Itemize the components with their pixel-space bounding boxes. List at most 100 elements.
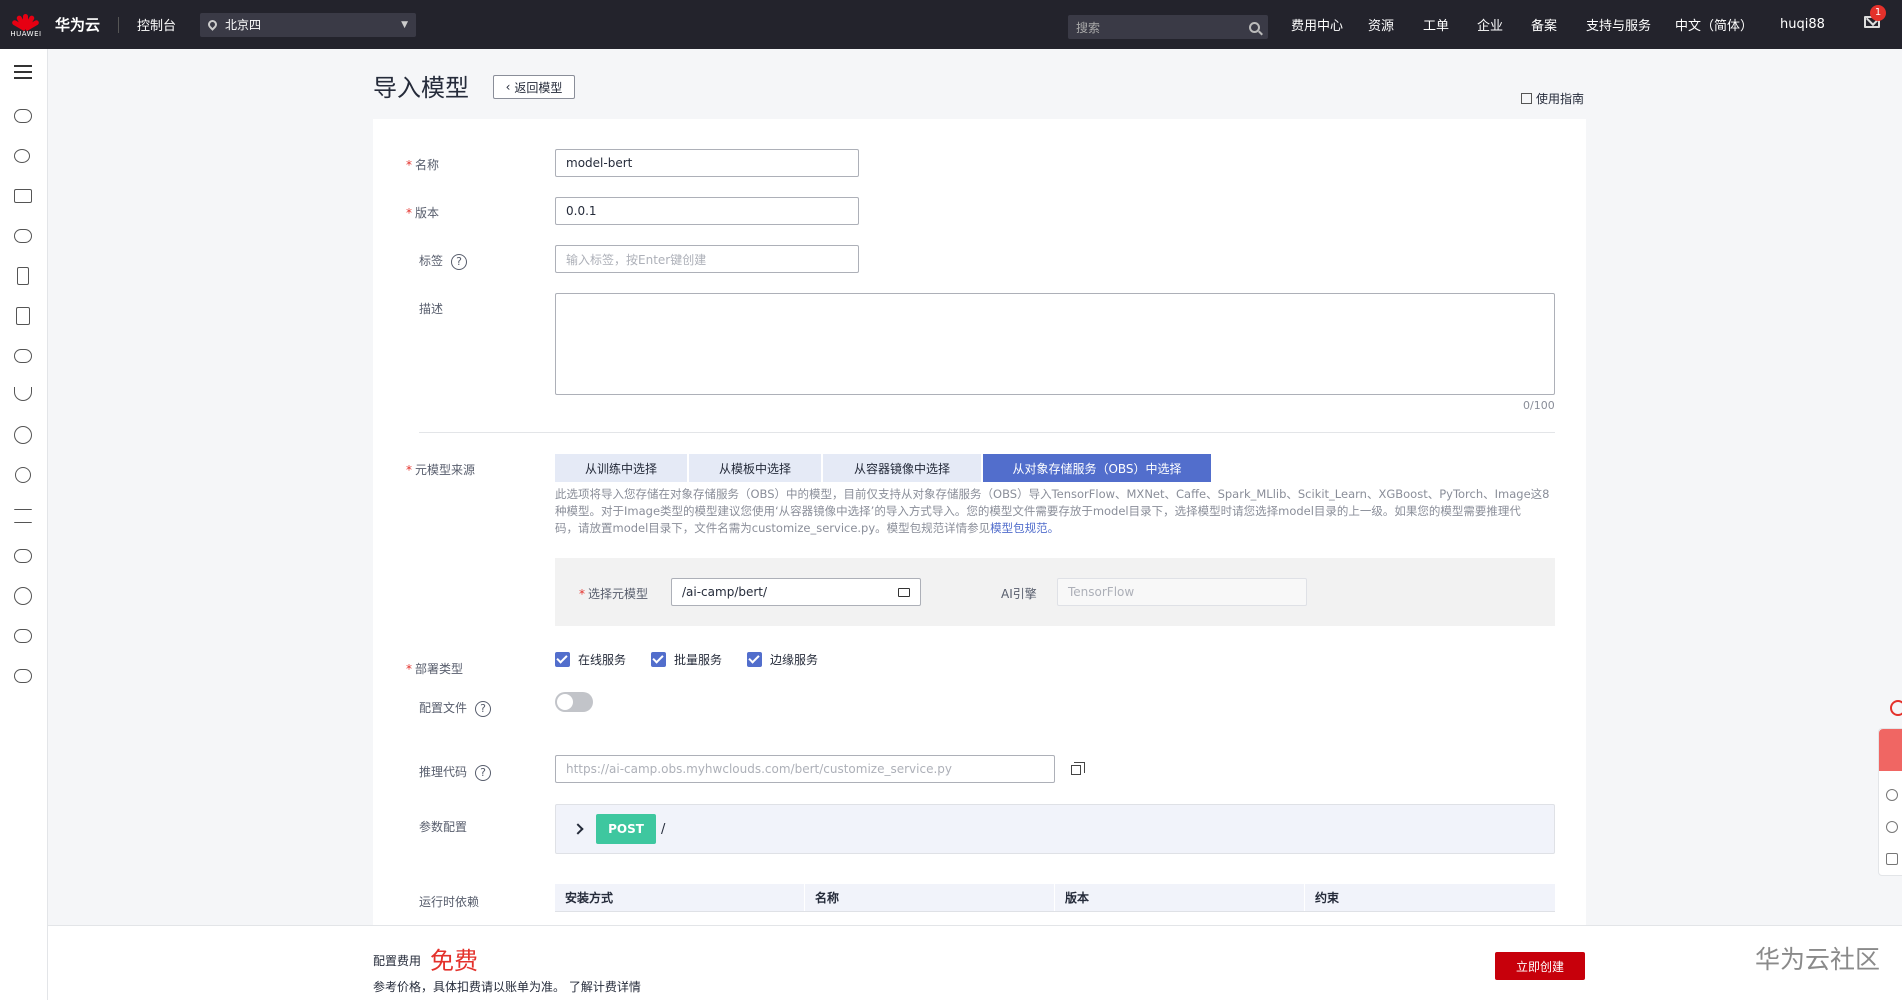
community-watermark: 华为云社区 bbox=[1755, 945, 1881, 974]
description-counter: 0/100 bbox=[1523, 399, 1555, 412]
back-to-models-button[interactable]: ‹ 返回模型 bbox=[493, 75, 575, 99]
huawei-logo[interactable]: HUAWEI bbox=[3, 11, 49, 38]
nav-enterprise[interactable]: 企业 bbox=[1477, 15, 1503, 34]
checkbox-edge-service[interactable]: 边缘服务 bbox=[747, 651, 818, 668]
cloud-upload-icon[interactable] bbox=[14, 349, 32, 363]
inference-code-label: 推理代码? bbox=[419, 763, 492, 781]
location-pin-icon bbox=[206, 18, 219, 31]
cost-note[interactable]: 参考价格，具体扣费请以账单为准。 了解计费详情 bbox=[373, 978, 641, 995]
api-config-panel[interactable]: POST / bbox=[555, 804, 1555, 854]
guide-label: 使用指南 bbox=[1536, 92, 1585, 106]
source-tabs: 从训练中选择 从模板中选择 从容器镜像中选择 从对象存储服务（OBS）中选择 bbox=[555, 454, 1213, 482]
http-method-badge: POST bbox=[596, 814, 656, 844]
create-now-button[interactable]: 立即创建 bbox=[1495, 952, 1585, 980]
cloud-more-icon[interactable] bbox=[14, 669, 32, 683]
checkbox-checked-icon bbox=[651, 652, 666, 667]
column-install-method: 安装方式 bbox=[555, 884, 805, 911]
page-title: 导入模型 bbox=[373, 74, 469, 102]
cluster-icon[interactable] bbox=[14, 149, 30, 163]
floating-toolbar bbox=[1878, 728, 1902, 876]
nav-user[interactable]: huqi88 bbox=[1780, 17, 1825, 32]
doc-image-icon[interactable] bbox=[16, 307, 30, 325]
checkbox-online-service[interactable]: 在线服务 bbox=[555, 651, 626, 668]
tab-from-training[interactable]: 从训练中选择 bbox=[555, 454, 687, 482]
region-selector[interactable]: 北京四 ▼ bbox=[200, 12, 417, 37]
model-package-spec-link[interactable]: 模型包规范。 bbox=[990, 521, 1059, 535]
description-textarea[interactable] bbox=[555, 293, 1555, 395]
nav-support[interactable]: 支持与服务 bbox=[1586, 15, 1651, 34]
divider bbox=[118, 16, 120, 33]
ai-engine-label: AI引擎 bbox=[1001, 587, 1037, 601]
param-config-label: 参数配置 bbox=[419, 820, 468, 834]
config-file-label: 配置文件? bbox=[419, 699, 492, 717]
document-icon[interactable] bbox=[17, 267, 29, 285]
tab-from-container-image[interactable]: 从容器镜像中选择 bbox=[823, 454, 981, 482]
import-model-form: * 名称 model-bert * 版本 0.0.1 标签? 输入标签，按Enter… bbox=[373, 119, 1586, 925]
select-model-panel: * 选择元模型 /ai-camp/bert/ AI引擎 TensorFlow bbox=[555, 558, 1555, 626]
back-label: 返回模型 bbox=[514, 80, 563, 95]
config-file-toggle[interactable] bbox=[555, 692, 593, 712]
checkbox-checked-icon bbox=[555, 652, 570, 667]
notification-badge: 1 bbox=[1870, 5, 1886, 21]
folder-icon[interactable] bbox=[898, 587, 910, 597]
console-link[interactable]: 控制台 bbox=[137, 15, 176, 34]
user-guide-link[interactable]: 使用指南 bbox=[1521, 90, 1584, 107]
bottom-action-bar: 配置费用 免费 参考价格，具体扣费请以账单为准。 了解计费详情 立即创建 华为云… bbox=[48, 925, 1902, 1000]
help-icon[interactable]: ? bbox=[475, 700, 492, 717]
chart-icon[interactable] bbox=[14, 189, 32, 203]
description-label: 描述 bbox=[419, 302, 444, 316]
select-model-input[interactable]: /ai-camp/bert/ bbox=[671, 578, 921, 606]
version-input[interactable]: 0.0.1 bbox=[555, 197, 859, 225]
section-divider bbox=[419, 432, 1555, 433]
tab-from-template[interactable]: 从模板中选择 bbox=[689, 454, 821, 482]
edit-icon bbox=[1521, 93, 1532, 104]
cloud-box-icon[interactable] bbox=[14, 229, 32, 243]
brand-name[interactable]: 华为云 bbox=[55, 14, 100, 35]
help-icon[interactable]: ? bbox=[451, 253, 468, 270]
cloud-sync-icon[interactable] bbox=[14, 629, 32, 643]
help-icon[interactable]: ? bbox=[475, 764, 492, 781]
assistant-icon[interactable] bbox=[1890, 700, 1902, 716]
column-name: 名称 bbox=[805, 884, 1055, 911]
checkbox-checked-icon bbox=[747, 652, 762, 667]
search-placeholder: 搜索 bbox=[1076, 20, 1101, 35]
anchor-icon[interactable] bbox=[14, 387, 32, 401]
cost-value: 免费 bbox=[430, 947, 478, 975]
search-icon[interactable] bbox=[1249, 21, 1260, 33]
settings-globe-icon[interactable] bbox=[14, 587, 32, 605]
api-path: / bbox=[661, 821, 666, 837]
nav-filing[interactable]: 备案 bbox=[1531, 15, 1557, 34]
cloud-dots-icon[interactable] bbox=[14, 549, 32, 563]
menu-icon[interactable] bbox=[14, 65, 32, 79]
help-circle-icon[interactable] bbox=[1886, 821, 1898, 833]
deploy-type-label: * 部署类型 bbox=[406, 662, 464, 676]
chevron-right-icon[interactable] bbox=[572, 823, 584, 835]
source-description: 此选项将导入您存储在对象存储服务（OBS）中的模型，目前仅支持从对象存储服务（O… bbox=[555, 487, 1550, 535]
column-version: 版本 bbox=[1055, 884, 1305, 911]
nav-language[interactable]: 中文（简体） bbox=[1675, 15, 1753, 34]
copy-icon[interactable] bbox=[1071, 762, 1085, 775]
search-input[interactable]: 搜索 bbox=[1068, 15, 1268, 39]
chevron-left-icon: ‹ bbox=[505, 80, 511, 94]
cloud-icon[interactable] bbox=[14, 109, 32, 123]
nav-resources[interactable]: 资源 bbox=[1368, 15, 1394, 34]
target-icon[interactable] bbox=[15, 467, 31, 483]
globe-icon[interactable] bbox=[14, 426, 32, 444]
name-input[interactable]: model-bert bbox=[555, 149, 859, 177]
feedback-button[interactable] bbox=[1879, 729, 1902, 771]
nav-billing[interactable]: 费用中心 bbox=[1291, 15, 1343, 34]
tag-input[interactable]: 输入标签，按Enter键创建 bbox=[555, 245, 859, 273]
checkbox-batch-service[interactable]: 批量服务 bbox=[651, 651, 722, 668]
inference-code-url[interactable]: https://ai-camp.obs.myhwclouds.com/bert/… bbox=[555, 755, 1055, 783]
checklist-icon[interactable] bbox=[1886, 853, 1898, 865]
huawei-petal-icon bbox=[11, 11, 40, 32]
runtime-deps-table-header: 安装方式 名称 版本 约束 bbox=[555, 884, 1555, 912]
top-navigation-bar: HUAWEI 华为云 控制台 北京四 ▼ 搜索 费用中心 资源 工单 企业 备案… bbox=[0, 0, 1902, 49]
smile-icon[interactable] bbox=[1886, 789, 1898, 801]
name-label: * 名称 bbox=[406, 158, 440, 172]
left-sidebar bbox=[0, 49, 48, 1000]
nav-tickets[interactable]: 工单 bbox=[1423, 15, 1449, 34]
tag-label: 标签? bbox=[419, 252, 468, 270]
tab-from-obs[interactable]: 从对象存储服务（OBS）中选择 bbox=[983, 454, 1211, 482]
model-icon[interactable] bbox=[14, 509, 32, 523]
